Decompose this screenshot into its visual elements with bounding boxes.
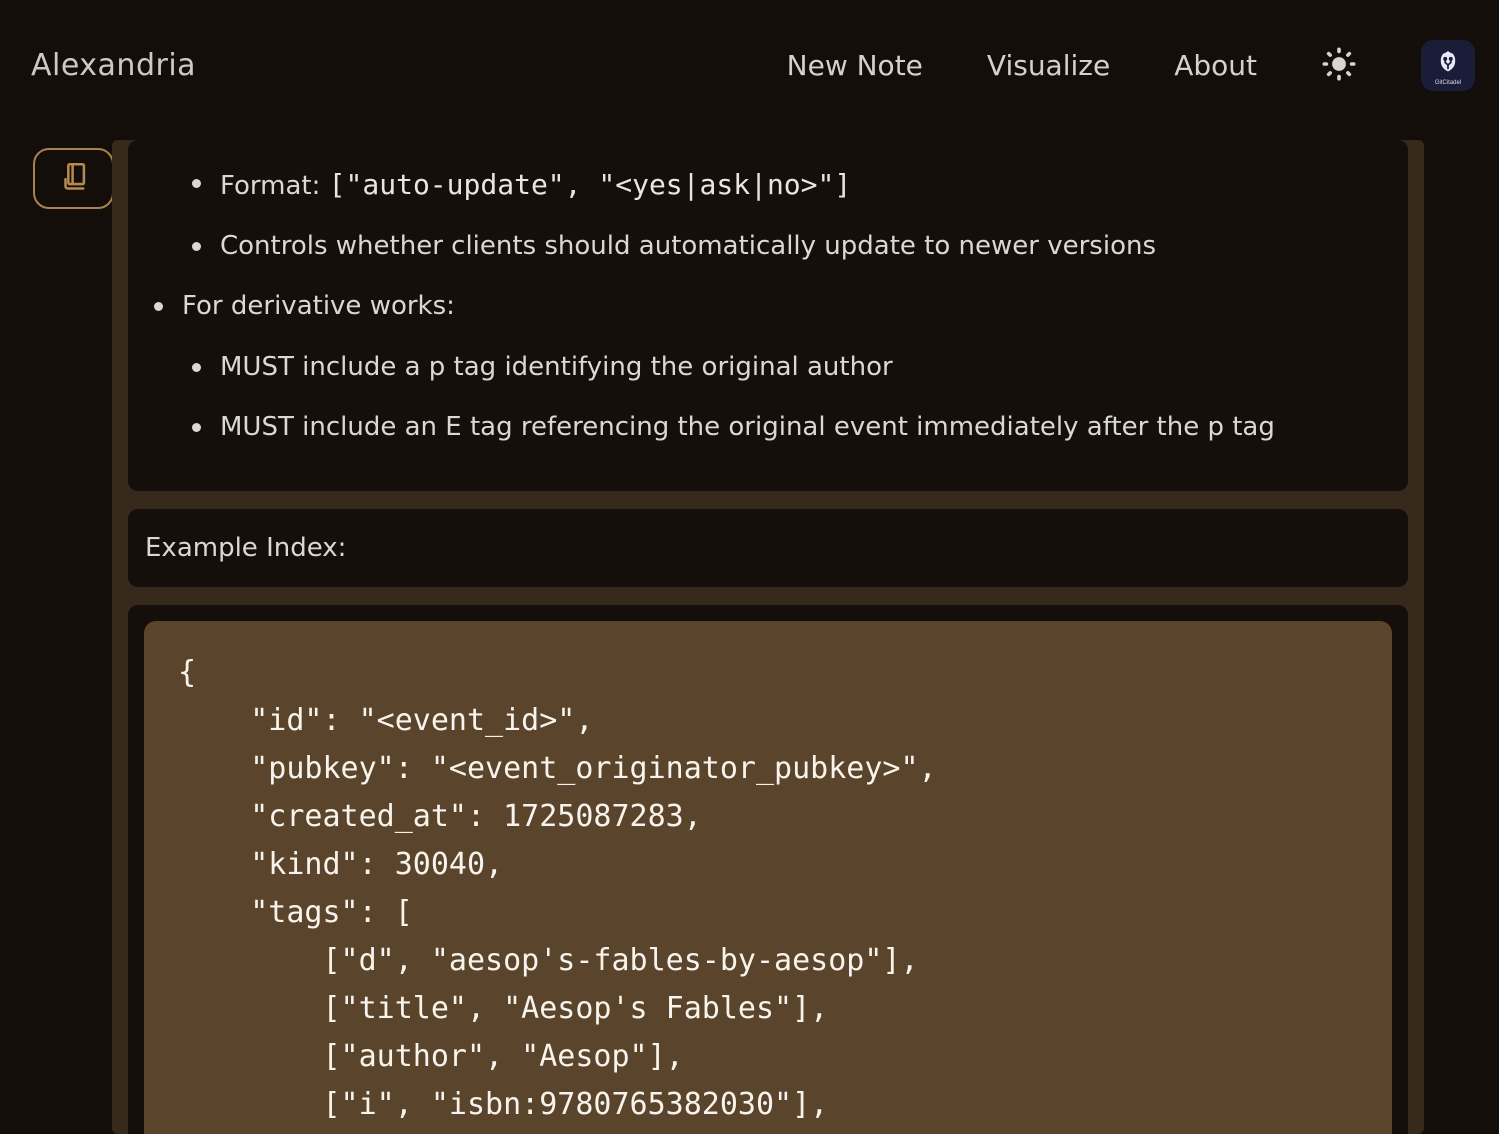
bullet-text: Format: (220, 171, 329, 201)
bullet-text: For derivative works: (182, 291, 455, 321)
inline-code: ["auto-update", "<yes|ask|no>"] (329, 168, 852, 201)
example-index-card: Example Index: (128, 509, 1408, 587)
list-item: Format: ["auto-update", "<yes|ask|no>"] (192, 168, 1384, 202)
nav-about[interactable]: About (1174, 49, 1257, 82)
bullet-text: MUST include an E tag referencing the or… (220, 412, 1275, 442)
app-header: Alexandria New Note Visualize About (0, 0, 1499, 130)
list-item: MUST include an E tag referencing the or… (192, 412, 1384, 443)
example-code-card: { "id": "<event_id>", "pubkey": "<event_… (128, 605, 1408, 1134)
main-nav: New Note Visualize About (787, 40, 1475, 91)
document-panel: Format: ["auto-update", "<yes|ask|no>"] … (112, 140, 1424, 1134)
logo-caption: GitCitadel (1435, 80, 1461, 86)
book-icon (57, 160, 91, 197)
example-index-label: Example Index: (145, 533, 1391, 563)
reader-sidebar-toggle[interactable] (33, 148, 114, 209)
nav-new-note[interactable]: New Note (787, 49, 923, 82)
nav-visualize[interactable]: Visualize (987, 49, 1110, 82)
sun-icon (1321, 46, 1357, 85)
spec-bullet-list: Format: ["auto-update", "<yes|ask|no>"] … (152, 168, 1384, 443)
app-title: Alexandria (31, 48, 196, 83)
spec-bullets-card: Format: ["auto-update", "<yes|ask|no>"] … (128, 140, 1408, 491)
owl-icon (1433, 48, 1463, 79)
bullet-text: MUST include a p tag identifying the ori… (220, 352, 893, 382)
json-code-block: { "id": "<event_id>", "pubkey": "<event_… (144, 621, 1392, 1134)
theme-toggle-button[interactable] (1321, 46, 1357, 85)
gitcitadel-logo[interactable]: GitCitadel (1421, 40, 1475, 91)
list-item: MUST include a p tag identifying the ori… (192, 352, 1384, 383)
list-item: For derivative works: (154, 291, 1384, 322)
list-item: Controls whether clients should automati… (192, 231, 1384, 262)
bullet-text: Controls whether clients should automati… (220, 231, 1156, 261)
